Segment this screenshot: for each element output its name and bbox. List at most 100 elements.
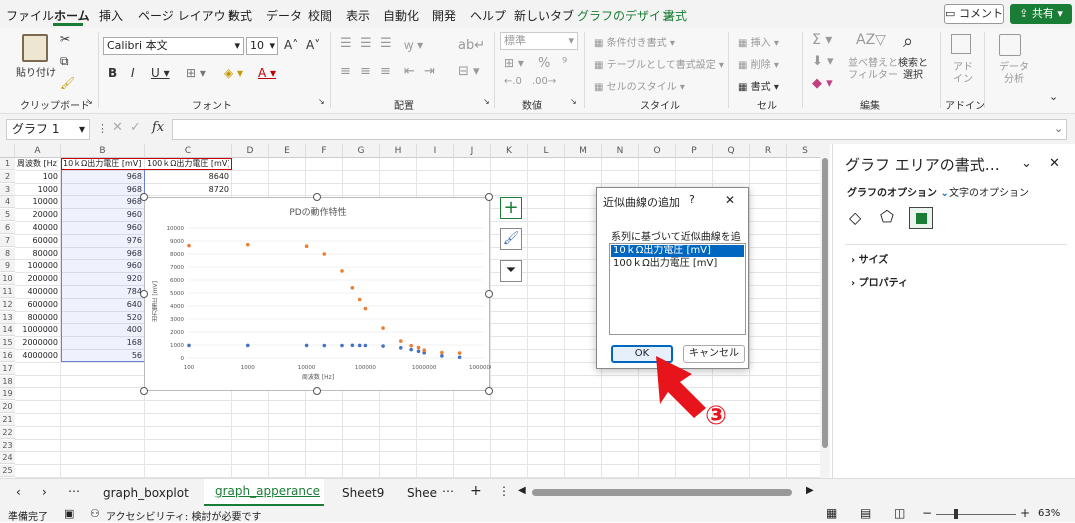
column-header[interactable]: A (15, 144, 61, 158)
section-size[interactable]: › サイズ (851, 251, 888, 266)
table-cell[interactable]: 968 (63, 196, 142, 208)
table-cell[interactable]: 968 (63, 248, 142, 260)
row-header[interactable]: 18 (0, 375, 15, 388)
tabs-options-icon[interactable]: ⋮ (498, 484, 510, 498)
row-header[interactable]: 16 (0, 350, 15, 362)
row-header[interactable]: 12 (0, 298, 15, 311)
border-icon[interactable]: ⊞ ▾ (186, 66, 206, 80)
sheet-tab-active[interactable]: graph_apperance (204, 479, 324, 506)
pane-options-chevron-icon[interactable]: ⌄ (1021, 156, 1032, 171)
tab-file[interactable]: ファイル (6, 7, 54, 24)
column-header[interactable]: R (750, 144, 787, 158)
clear-icon[interactable]: ◆ ▾ (812, 76, 833, 91)
column-header[interactable]: E (269, 144, 306, 158)
table-cell[interactable]: 400000 (17, 286, 58, 298)
table-cell[interactable]: 976 (63, 235, 142, 247)
zoom-level[interactable]: 63% (1038, 508, 1060, 519)
find-select-icon[interactable]: ⌕ (903, 31, 913, 52)
orientation-icon[interactable]: ꝡ ▾ (404, 36, 423, 53)
sort-filter-icon[interactable]: AZ▽ (856, 32, 886, 48)
vertical-scroll-thumb[interactable] (822, 158, 828, 448)
table-cell[interactable]: 520 (63, 312, 142, 324)
cancel-entry-icon[interactable]: ✕ (112, 120, 123, 135)
chart-plot[interactable]: 0 1000 2000 3000 4000 5000 6000 7000 8000 9000 100… (145, 198, 492, 392)
column-header[interactable]: K (491, 144, 528, 158)
table-cell[interactable]: 960 (63, 222, 142, 234)
autosum-icon[interactable]: Σ ▾ (812, 32, 832, 48)
table-cell[interactable]: 56 (63, 350, 142, 362)
column-header[interactable]: N (602, 144, 639, 158)
table-cell[interactable]: 40000 (17, 222, 58, 234)
table-cell[interactable]: 8640 (147, 171, 229, 183)
table-cell[interactable]: 4000000 (17, 350, 58, 362)
macro-record-icon[interactable]: ▣ (64, 507, 74, 520)
indent-decrease-icon[interactable]: ⇤ (404, 64, 415, 79)
series-listbox[interactable]: 10ｋΩ出力電圧 [mV] 100ｋΩ出力電圧 [mV] (609, 243, 746, 335)
italic-icon[interactable]: I (131, 66, 135, 80)
column-header[interactable]: B (61, 144, 145, 158)
table-cell[interactable]: 960 (63, 260, 142, 272)
tab-new-tab[interactable]: 新しいタブ (514, 7, 574, 24)
clipboard-launcher-icon[interactable]: ↘ (86, 97, 93, 106)
row-header[interactable]: 24 (0, 452, 15, 465)
font-launcher-icon[interactable]: ↘ (318, 97, 325, 106)
select-all-corner[interactable] (0, 144, 15, 158)
normal-view-icon[interactable]: ▦ (826, 506, 837, 520)
share-button[interactable]: ⇪ 共有 ▾ (1010, 4, 1072, 24)
tab-review[interactable]: 校閲 (308, 7, 332, 24)
accessibility-icon[interactable]: ⚇ (90, 507, 100, 520)
resize-handle-b[interactable] (313, 387, 321, 395)
resize-handle-tl[interactable] (140, 193, 148, 201)
addin-icon[interactable] (951, 34, 971, 54)
row-header[interactable]: 9 (0, 260, 15, 273)
name-box[interactable]: グラフ 1 ▾ (6, 119, 90, 140)
table-cell[interactable]: 968 (63, 171, 142, 183)
paste-label[interactable]: 貼り付け (16, 64, 56, 79)
table-cell[interactable]: 168 (63, 337, 142, 349)
row-header[interactable]: 13 (0, 311, 15, 324)
number-format-select[interactable]: 標準 ▾ (500, 32, 578, 50)
find-select-label[interactable]: 検索と 選択 (898, 58, 928, 82)
column-header[interactable]: S (787, 144, 824, 158)
column-header[interactable]: I (417, 144, 454, 158)
table-cell[interactable]: 968 (63, 184, 142, 196)
align-right-icon[interactable]: ≡ (380, 64, 391, 79)
tab-text-options[interactable]: 文字のオプション (949, 184, 1029, 199)
column-header[interactable]: P (676, 144, 713, 158)
percent-icon[interactable]: % (538, 56, 550, 71)
fill-icon[interactable]: ⬇ ▾ (812, 54, 834, 69)
tab-chart-design[interactable]: グラフのデザイン (577, 7, 673, 24)
chart-styles-brush-icon[interactable]: 🖌 (500, 228, 522, 250)
table-cell[interactable]: 640 (63, 299, 142, 311)
vertical-scrollbar[interactable] (820, 144, 830, 478)
chart-area[interactable]: PDの動作特性 0 1000 2000 3000 4000 5000 6000 7000 800… (144, 197, 492, 392)
row-header[interactable]: 15 (0, 337, 15, 350)
column-header[interactable]: D (232, 144, 269, 158)
column-header[interactable]: H (380, 144, 417, 158)
alignment-launcher-icon[interactable]: ↘ (483, 97, 490, 106)
zoom-in-icon[interactable]: + (1020, 506, 1030, 520)
table-cell[interactable]: 784 (63, 286, 142, 298)
tab-format[interactable]: 書式 (663, 7, 687, 24)
tab-home[interactable]: ホーム (54, 7, 90, 24)
zoom-slider-thumb[interactable] (954, 509, 958, 519)
align-center-icon[interactable]: ≡ (360, 64, 371, 79)
tab-page-layout[interactable]: ページ レイアウト (138, 7, 238, 24)
table-cell[interactable]: 920 (63, 273, 142, 285)
help-icon[interactable]: ? (689, 193, 695, 206)
chart-filter-icon[interactable]: ⏷ (500, 260, 522, 282)
resize-handle-r[interactable] (485, 290, 493, 298)
column-header[interactable]: Q (713, 144, 750, 158)
column-header[interactable]: L (528, 144, 565, 158)
row-header[interactable]: 25 (0, 465, 15, 478)
bold-icon[interactable]: B (108, 66, 117, 80)
fx-icon[interactable]: fx (152, 120, 164, 135)
font-color-icon[interactable]: A ▾ (258, 66, 276, 80)
shrink-font-icon[interactable]: A˅ (306, 38, 320, 52)
accounting-icon[interactable]: ⊞ ▾ (504, 56, 524, 70)
section-properties[interactable]: › プロパティ (851, 274, 908, 289)
row-header[interactable]: 20 (0, 401, 15, 414)
row-header[interactable]: 8 (0, 247, 15, 260)
table-cell[interactable]: 100ｋΩ出力電圧 [mV] (147, 158, 229, 170)
table-cell[interactable]: 960 (63, 209, 142, 221)
